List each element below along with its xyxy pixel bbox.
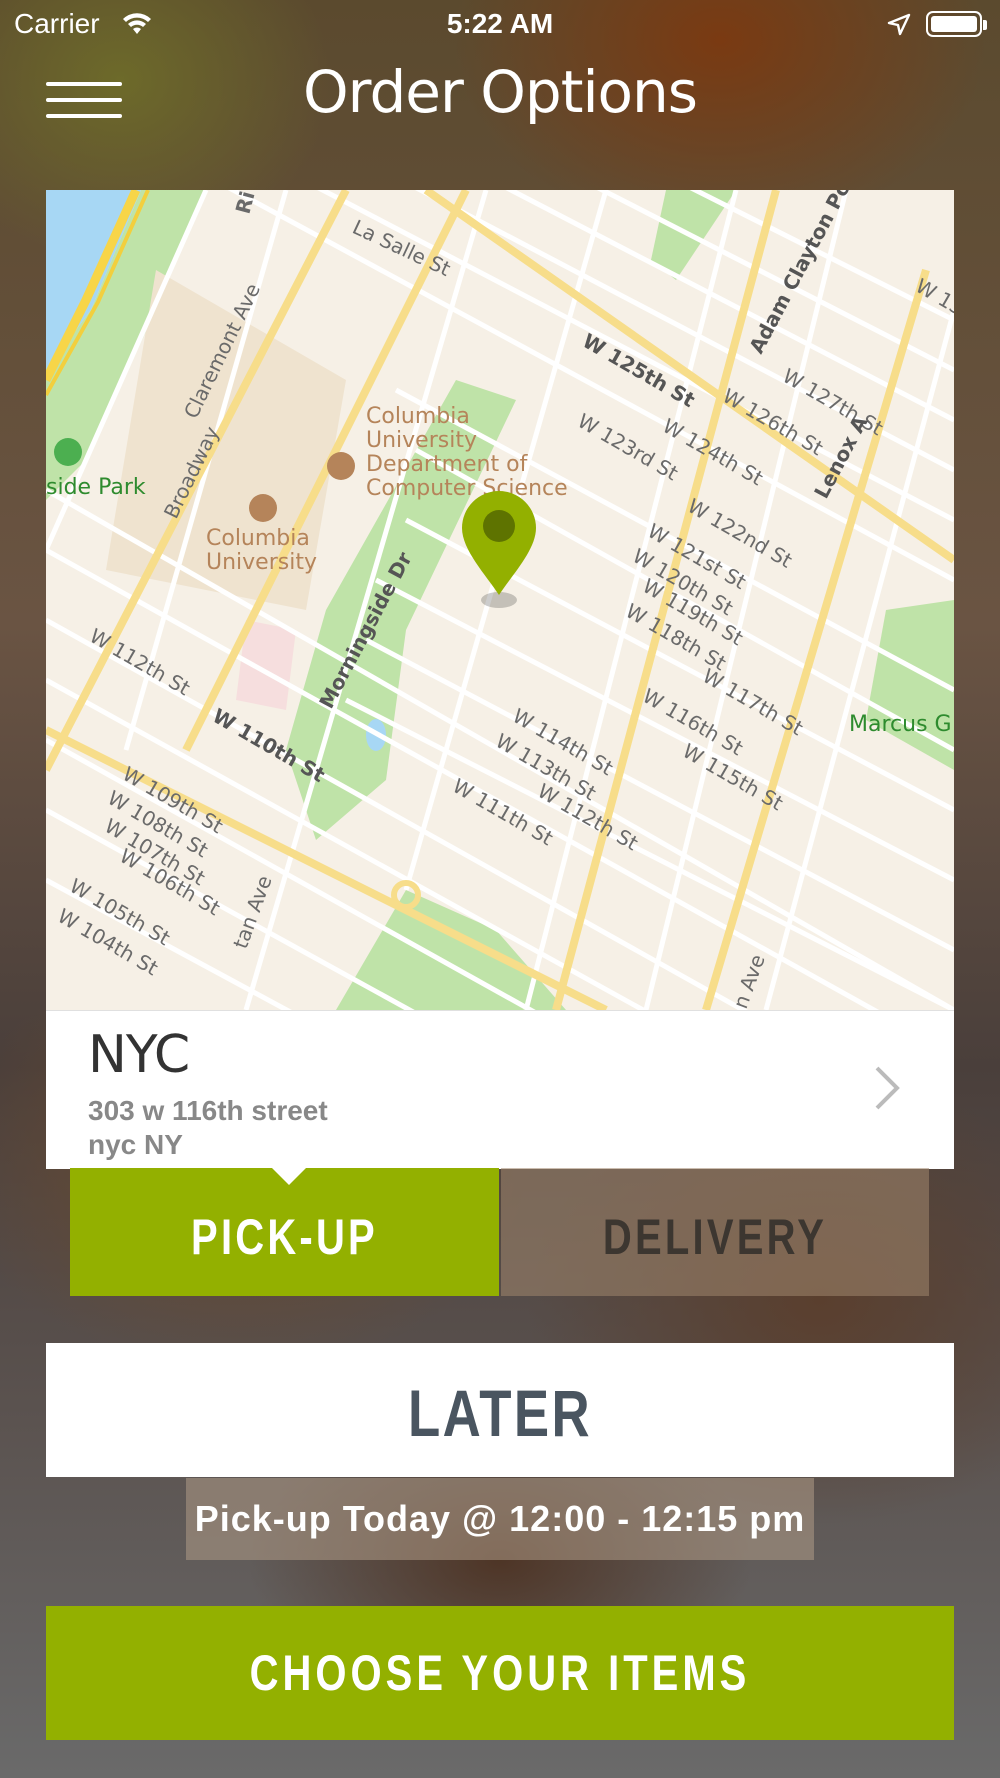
university-icon-2 xyxy=(249,494,277,522)
map-label-cu-dept-3: Department of xyxy=(366,452,529,477)
map-label-cu-2: University xyxy=(206,550,317,575)
location-card[interactable]: NYC 303 w 116th street nyc NY xyxy=(46,1010,954,1169)
location-city: nyc NY xyxy=(88,1129,183,1160)
location-arrow-icon xyxy=(887,13,911,36)
pickup-time-text: Pick-up Today @ 12:00 - 12:15 pm xyxy=(194,1498,806,1539)
map-label-cu-dept-4: Computer Science xyxy=(366,476,568,501)
status-bar: Carrier 5:22 AM xyxy=(0,0,1000,50)
status-time: 5:22 AM xyxy=(446,8,554,39)
tab-pickup[interactable]: PICK-UP xyxy=(70,1168,499,1296)
map-label-cu-1: Columbia xyxy=(206,526,310,551)
map-label-riverside: side Park xyxy=(46,475,146,500)
later-button[interactable]: LATER xyxy=(46,1343,954,1477)
map-label-cu-dept-1: Columbia xyxy=(366,404,470,429)
tab-delivery-label: DELIVERY xyxy=(602,1209,828,1265)
location-map[interactable]: side Park Claremont Ave Broadway La Sall… xyxy=(46,190,954,1010)
park-icon xyxy=(54,438,82,466)
pickup-time-banner: Pick-up Today @ 12:00 - 12:15 pm xyxy=(186,1478,814,1560)
location-name: NYC xyxy=(88,1025,190,1085)
map-label-marcus: Marcus G xyxy=(849,712,952,737)
later-label: LATER xyxy=(407,1376,593,1450)
location-street: 303 w 116th street xyxy=(88,1095,328,1126)
tab-delivery[interactable]: DELIVERY xyxy=(501,1168,929,1296)
selection-notch xyxy=(272,1168,306,1185)
chevron-right-icon xyxy=(875,1066,900,1110)
choose-items-button[interactable]: CHOOSE YOUR ITEMS xyxy=(46,1606,954,1740)
battery-icon xyxy=(926,11,987,37)
choose-items-label: CHOOSE YOUR ITEMS xyxy=(249,1645,751,1701)
university-icon xyxy=(327,452,355,480)
map-label-cu-dept-2: University xyxy=(366,428,477,453)
page-title: Order Options xyxy=(302,58,698,126)
tab-pickup-label: PICK-UP xyxy=(191,1209,378,1265)
